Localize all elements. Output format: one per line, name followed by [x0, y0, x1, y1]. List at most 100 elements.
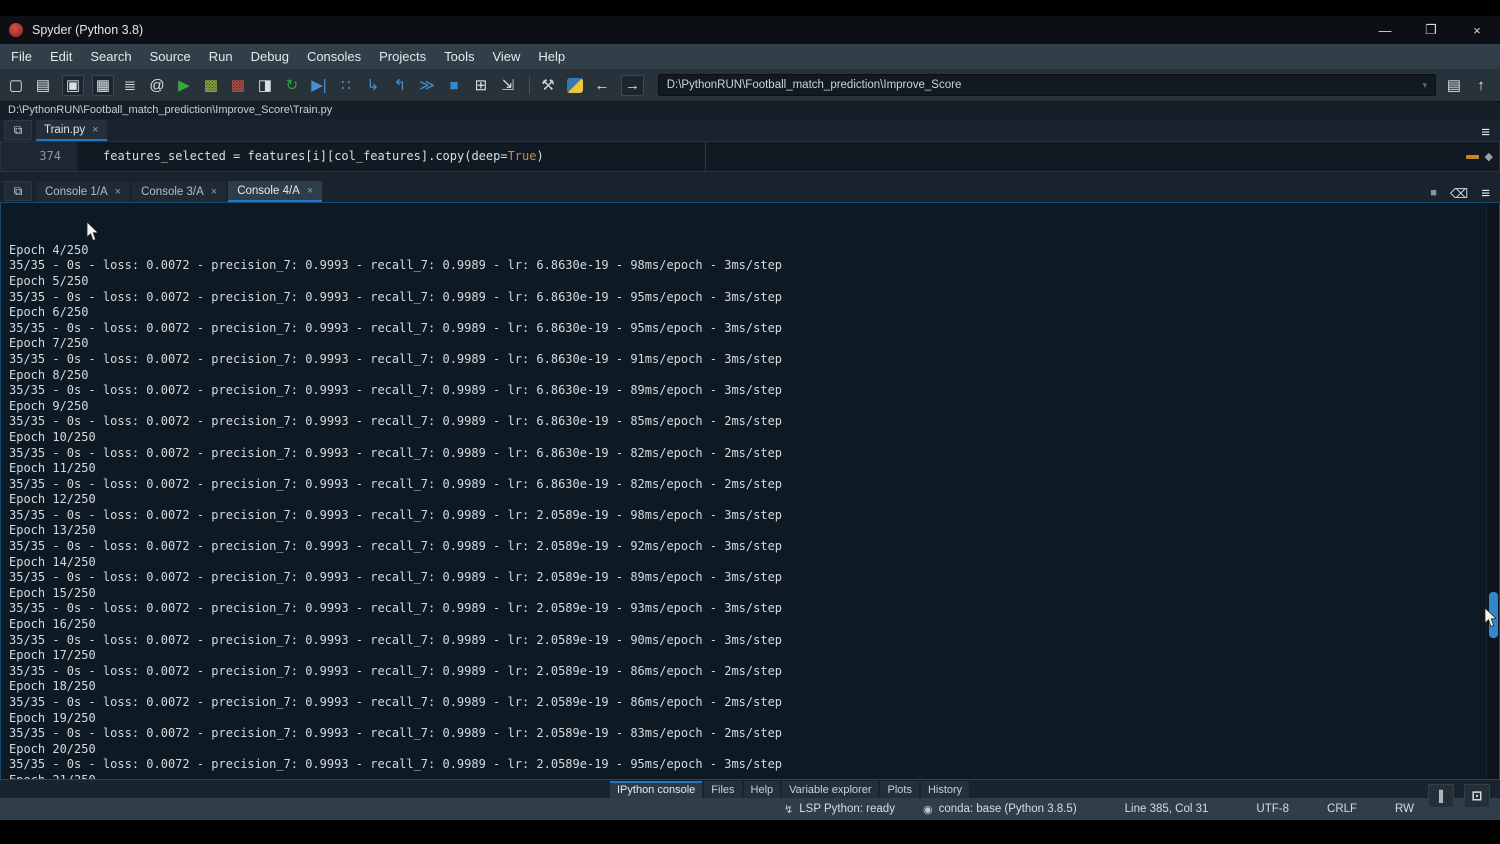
browse-console-tabs-icon[interactable]: ⧉: [4, 181, 32, 201]
console-line: 35/35 - 0s - loss: 0.0072 - precision_7:…: [9, 726, 1499, 742]
back-icon[interactable]: ←: [594, 78, 610, 93]
menu-item[interactable]: File: [2, 44, 41, 69]
interrupt-kernel-icon[interactable]: ■: [1430, 188, 1437, 199]
pane-tab-label: Files: [711, 783, 734, 798]
pane-tab[interactable]: History: [921, 781, 969, 798]
spyder-logo-icon: [9, 23, 23, 37]
run-selection-icon[interactable]: ◨: [257, 78, 273, 93]
toolbar-right: ▤ ↑: [1446, 78, 1500, 93]
console-line: Epoch 14/250: [9, 555, 1499, 571]
file-switcher-icon[interactable]: ≣: [122, 78, 138, 93]
console-scrollbar[interactable]: [1486, 203, 1499, 779]
panel-layout-icon[interactable]: ⊡: [1464, 784, 1490, 808]
pane-tab-label: Plots: [887, 783, 911, 798]
console-lines: Epoch 4/25035/35 - 0s - loss: 0.0072 - p…: [1, 202, 1499, 780]
continue-icon[interactable]: ≫: [419, 78, 435, 93]
status-item: RW: [1389, 803, 1414, 815]
code-line[interactable]: features_selected = features[i][col_feat…: [77, 142, 1499, 171]
menu-item[interactable]: Edit: [41, 44, 81, 69]
status-label: RW: [1395, 803, 1414, 815]
menu-item[interactable]: Consoles: [298, 44, 370, 69]
console-line: Epoch 10/250: [9, 430, 1499, 446]
pane-tab[interactable]: Files: [704, 781, 741, 798]
pane-tab[interactable]: Plots: [880, 781, 918, 798]
menu-item[interactable]: View: [483, 44, 529, 69]
open-file-icon[interactable]: ▤: [35, 78, 51, 93]
options-menu-icon[interactable]: ≡: [1481, 124, 1490, 141]
step-into-icon[interactable]: ↳: [365, 78, 381, 93]
code-text: features_selected = features[i][col_feat…: [103, 149, 508, 163]
clear-console-icon[interactable]: ⌫: [1450, 187, 1468, 200]
console-line: Epoch 17/250: [9, 648, 1499, 664]
new-file-icon[interactable]: ▢: [8, 78, 24, 93]
corner-buttons: ∥ ⊡: [1428, 784, 1490, 808]
menu-item[interactable]: Projects: [370, 44, 435, 69]
console-line: Epoch 12/250: [9, 492, 1499, 508]
run-file-icon[interactable]: ▶: [176, 78, 192, 93]
menu-item[interactable]: Source: [141, 44, 200, 69]
run-cell-advance-icon[interactable]: ▩: [230, 78, 246, 93]
console-line: Epoch 7/250: [9, 336, 1499, 352]
pane-tab[interactable]: Variable explorer: [782, 781, 878, 798]
pane-tab[interactable]: IPython console: [610, 781, 702, 798]
console-line: 35/35 - 0s - loss: 0.0072 - precision_7:…: [9, 601, 1499, 617]
code-keyword: True: [508, 149, 537, 163]
step-return-icon[interactable]: ↰: [392, 78, 408, 93]
menu-item[interactable]: Debug: [242, 44, 298, 69]
run-cell-icon[interactable]: ▩: [203, 78, 219, 93]
chevron-down-icon[interactable]: ▾: [1422, 75, 1427, 95]
browse-tabs-icon[interactable]: ⧉: [4, 120, 32, 140]
maximize-pane-icon[interactable]: ⊞: [473, 78, 489, 93]
close-icon[interactable]: ×: [307, 185, 313, 197]
menu-item[interactable]: Run: [200, 44, 242, 69]
code-editor[interactable]: 374 features_selected = features[i][col_…: [0, 141, 1500, 172]
save-icon[interactable]: ▣: [62, 75, 84, 96]
console-line: Epoch 19/250: [9, 711, 1499, 727]
status-label: CRLF: [1327, 803, 1357, 815]
window-title: Spyder (Python 3.8): [32, 23, 143, 37]
working-directory-input[interactable]: D:\PythonRUN\Football_match_prediction\I…: [658, 74, 1436, 96]
tab-train-py[interactable]: Train.py ×: [36, 120, 107, 141]
column-ruler: [705, 142, 706, 171]
restore-button[interactable]: ❐: [1408, 16, 1454, 44]
save-all-icon[interactable]: ▦: [92, 75, 114, 96]
forward-icon[interactable]: →: [621, 75, 644, 96]
status-icon: ◉: [923, 803, 933, 816]
close-icon[interactable]: ×: [92, 124, 98, 136]
preferences-wrench-icon[interactable]: ⚒: [540, 78, 556, 93]
debug-file-icon[interactable]: ▶|: [311, 78, 327, 93]
menu-item[interactable]: Search: [81, 44, 140, 69]
debug-cell-icon[interactable]: ∷: [338, 78, 354, 93]
console-tab-label: Console 1/A: [45, 186, 108, 198]
ipython-console-output[interactable]: Epoch 4/25035/35 - 0s - loss: 0.0072 - p…: [0, 202, 1500, 780]
menu-item[interactable]: Help: [529, 44, 574, 69]
console-tab[interactable]: Console 4/A ×: [228, 181, 322, 202]
stop-icon[interactable]: ■: [446, 78, 462, 93]
window-controls: — ❐ ×: [1362, 16, 1500, 44]
pause-icon[interactable]: ∥: [1428, 784, 1454, 808]
console-line: 35/35 - 0s - loss: 0.0072 - precision_7:…: [9, 352, 1499, 368]
scroll-widget-icon[interactable]: ◆: [1485, 150, 1493, 163]
find-symbols-icon[interactable]: @: [149, 78, 165, 93]
browse-directory-icon[interactable]: ▤: [1446, 78, 1462, 93]
spyder-window: Spyder (Python 3.8) — ❐ × FileEditSearch…: [0, 16, 1500, 820]
title-bar: Spyder (Python 3.8) — ❐ ×: [0, 16, 1500, 44]
letterbox-bottom: [0, 820, 1500, 844]
menu-item[interactable]: Tools: [435, 44, 483, 69]
pane-tab-label: History: [928, 783, 962, 798]
rerun-cell-icon[interactable]: ↻: [284, 78, 300, 93]
pane-tab[interactable]: Help: [744, 781, 781, 798]
pythonpath-icon[interactable]: [567, 78, 583, 93]
close-icon[interactable]: ×: [211, 186, 217, 198]
parent-directory-icon[interactable]: ↑: [1473, 78, 1489, 93]
minimize-button[interactable]: —: [1362, 16, 1408, 44]
letterbox-top: [0, 0, 1500, 16]
console-line: 35/35 - 0s - loss: 0.0072 - precision_7:…: [9, 290, 1499, 306]
console-options-menu-icon[interactable]: ≡: [1481, 185, 1490, 202]
close-button[interactable]: ×: [1454, 16, 1500, 44]
status-bar: ↯ LSP Python: ready ◉ conda: base (Pytho…: [0, 798, 1500, 820]
console-line: 35/35 - 0s - loss: 0.0072 - precision_7:…: [9, 258, 1499, 274]
console-line: Epoch 13/250: [9, 523, 1499, 539]
scrollbar-handle[interactable]: [1489, 592, 1498, 638]
fullscreen-icon[interactable]: ⇲: [500, 78, 516, 93]
